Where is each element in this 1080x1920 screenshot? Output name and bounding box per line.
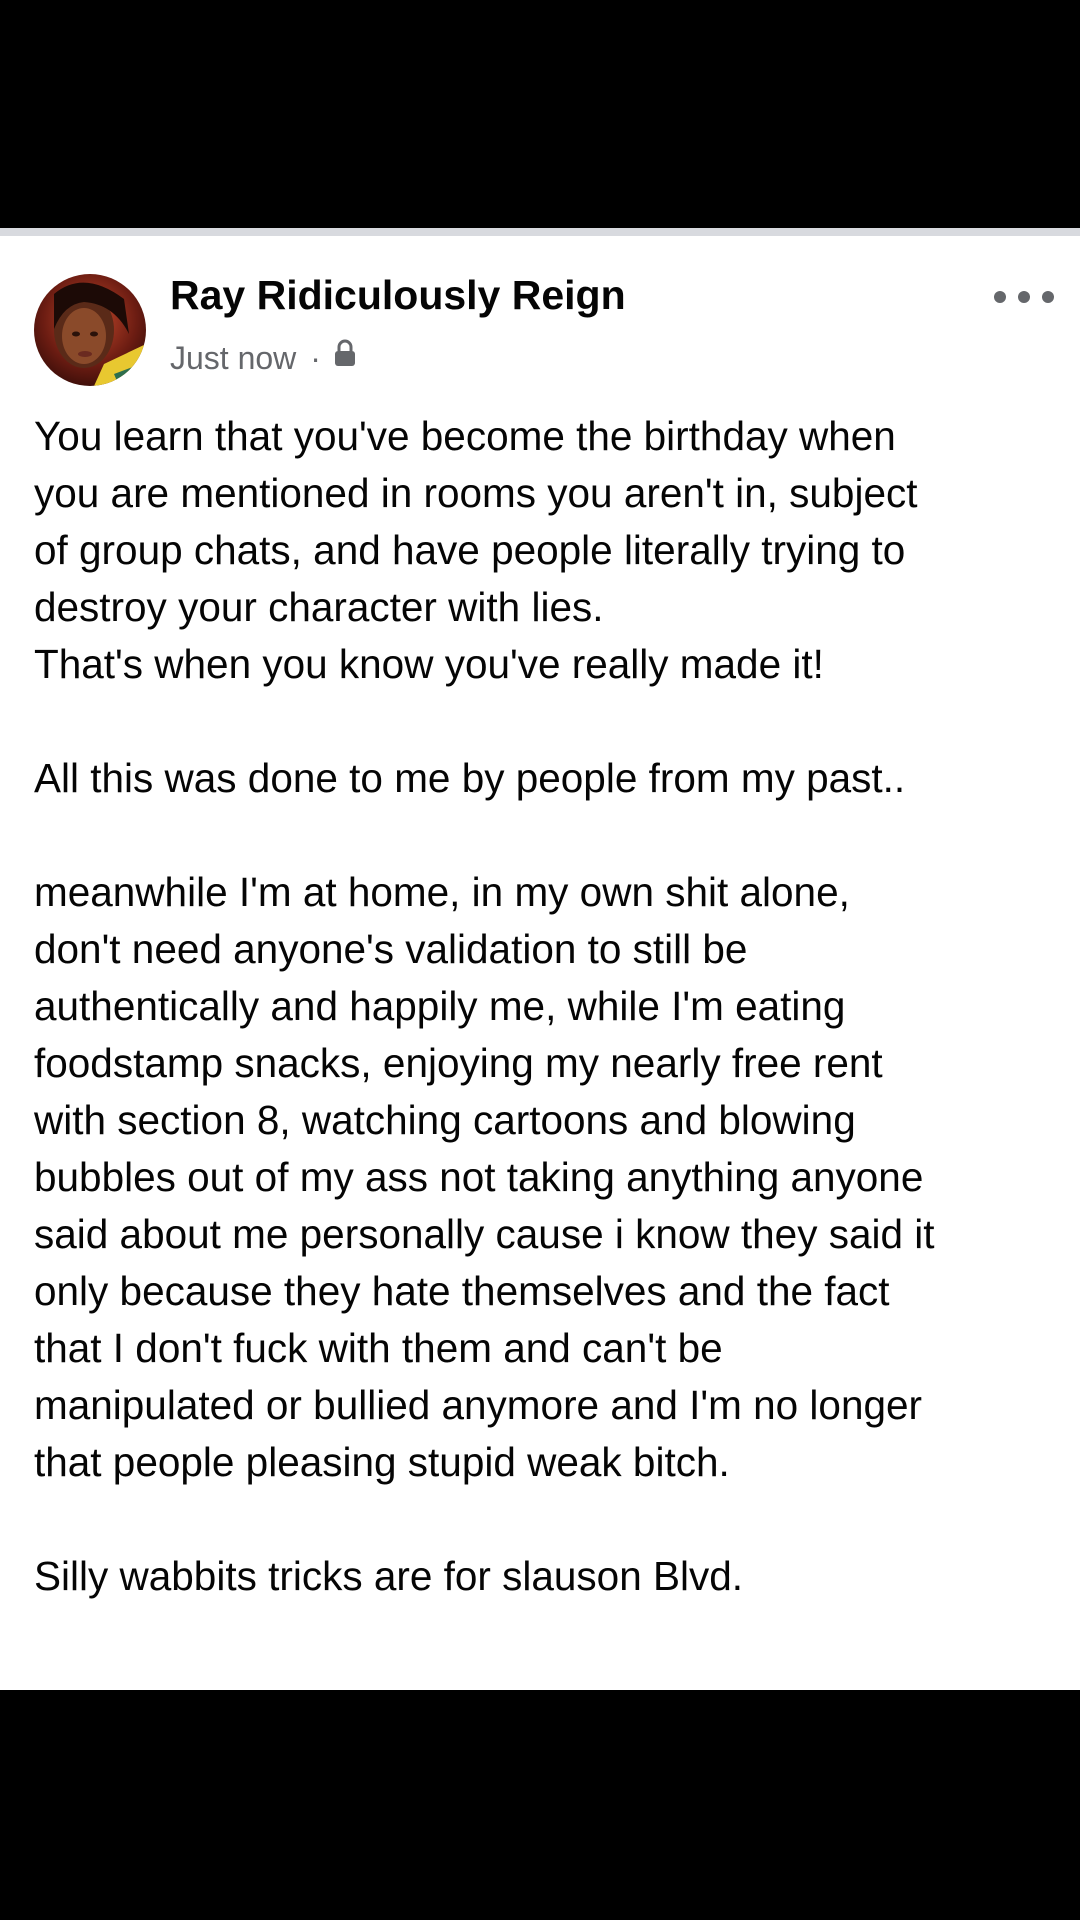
- post-line: You learn that you've become the birthda…: [34, 413, 896, 459]
- post-meta: Just now ·: [170, 336, 357, 380]
- more-dot: [1018, 291, 1030, 303]
- more-options-icon[interactable]: [994, 282, 1054, 312]
- post-line: only because they hate themselves and th…: [34, 1268, 890, 1314]
- post-line: destroy your character with lies.: [34, 584, 604, 630]
- post-line: foodstamp snacks, enjoying my nearly fre…: [34, 1040, 883, 1086]
- post-text: You learn that you've become the birthda…: [34, 408, 1054, 1605]
- post-line: said about me personally cause i know th…: [34, 1211, 935, 1257]
- timestamp[interactable]: Just now: [170, 340, 296, 377]
- feed-divider: [0, 228, 1080, 236]
- post-line: of group chats, and have people literall…: [34, 527, 906, 573]
- post-line: that I don't fuck with them and can't be: [34, 1325, 723, 1371]
- author-name[interactable]: Ray Ridiculously Reign: [170, 272, 626, 319]
- post-line: All this was done to me by people from m…: [34, 755, 906, 801]
- post-line: authentically and happily me, while I'm …: [34, 983, 846, 1029]
- more-dot: [1042, 291, 1054, 303]
- post-card: Ray Ridiculously Reign Just now · You le…: [0, 236, 1080, 1690]
- post-line: That's when you know you've really made …: [34, 641, 824, 687]
- post-line: you are mentioned in rooms you aren't in…: [34, 470, 918, 516]
- meta-separator: ·: [310, 339, 321, 376]
- avatar[interactable]: [34, 274, 146, 386]
- post-line: meanwhile I'm at home, in my own shit al…: [34, 869, 850, 915]
- more-dot: [994, 291, 1006, 303]
- post-line: don't need anyone's validation to still …: [34, 926, 748, 972]
- post-line: manipulated or bullied anymore and I'm n…: [34, 1382, 923, 1428]
- post-line: with section 8, watching cartoons and bl…: [34, 1097, 856, 1143]
- post-line: bubbles out of my ass not taking anythin…: [34, 1154, 924, 1200]
- post-line: that people pleasing stupid weak bitch.: [34, 1439, 730, 1485]
- post-line: Silly wabbits tricks are for slauson Blv…: [34, 1553, 744, 1599]
- top-black-bar: [0, 0, 1080, 228]
- bottom-black-bar: [0, 1690, 1080, 1920]
- profile-photo: [34, 274, 146, 386]
- lock-icon[interactable]: [333, 338, 357, 375]
